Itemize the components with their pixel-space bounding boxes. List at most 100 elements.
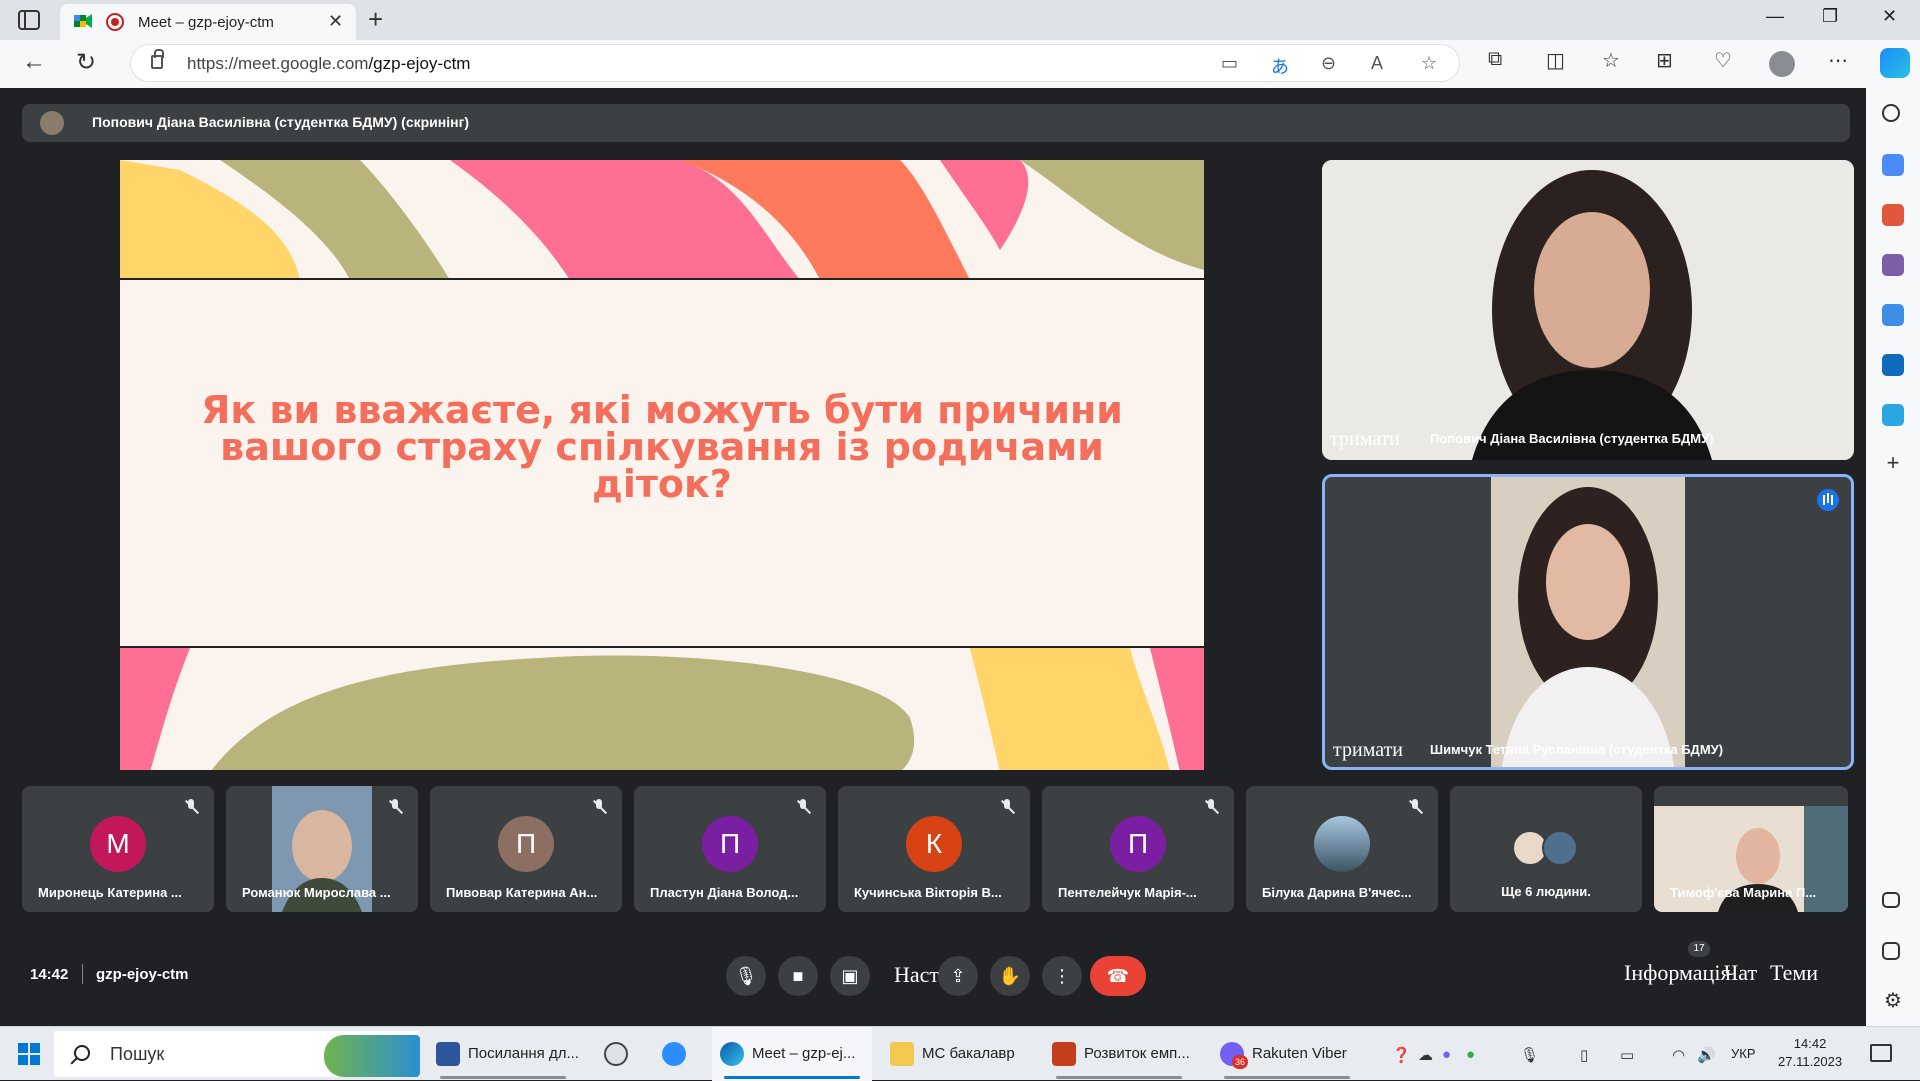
hand-icon: ✋ [998, 966, 1022, 986]
read-aloud-icon[interactable]: A [1371, 53, 1383, 74]
more-vertical-icon: ⋮ [1053, 966, 1071, 986]
avatar: П [498, 816, 554, 872]
participant-tile[interactable]: К Кучинська Вікторія В... [838, 786, 1030, 912]
taskbar-app-word[interactable]: Посилання дл... [428, 1027, 579, 1081]
camera-button[interactable]: ■ [778, 956, 818, 996]
app-label: МС бакалавр [922, 1045, 1015, 1062]
translate-icon[interactable]: あ [1271, 53, 1289, 79]
app-label: Meet – gzp-ej... [752, 1045, 856, 1062]
viber-tray-icon[interactable]: ● [1442, 1046, 1451, 1063]
cloud-icon[interactable]: ☁ [1418, 1046, 1433, 1064]
browser-tab-meet[interactable]: Meet – gzp-ejoy-ctm ✕ [60, 4, 356, 40]
microphone-icon: 🎙 [734, 966, 758, 986]
tray-app-icon[interactable]: ● [1466, 1046, 1475, 1063]
notifications-icon[interactable] [1870, 1044, 1892, 1062]
mic-tray-icon[interactable]: 🎙 [1520, 1046, 1539, 1064]
collections-icon[interactable]: ⊞ [1656, 48, 1673, 73]
app-label: Посилання дл... [468, 1045, 579, 1062]
slide-decoration-top [120, 160, 1204, 280]
camera-permission-icon[interactable]: ▭ [1221, 53, 1238, 74]
battery-icon[interactable]: ▭ [1620, 1046, 1634, 1064]
zoom-icon [662, 1042, 686, 1066]
copilot-icon[interactable] [1880, 48, 1910, 78]
participant-name: Кучинська Вікторія В... [854, 885, 1002, 900]
more-participants-tile[interactable]: Ще 6 людини. [1450, 786, 1642, 912]
participant-tile[interactable]: Тимоф'єва Марина П... [1654, 786, 1848, 912]
tab-actions-icon[interactable] [18, 10, 40, 30]
open-external-icon[interactable] [1882, 942, 1900, 960]
new-tab-icon[interactable]: + [368, 4, 383, 35]
usb-icon[interactable]: ▯ [1580, 1046, 1588, 1064]
captions-button[interactable]: ▣ [830, 956, 870, 996]
browser-essentials-icon[interactable]: ♡ [1714, 48, 1732, 73]
settings-gear-icon[interactable]: ⚙ [1882, 988, 1904, 1012]
favorite-star-icon[interactable]: ☆ [1421, 53, 1437, 74]
windows-start-icon[interactable] [18, 1043, 40, 1065]
participant-name: Шимчук Тетяна Русланівна (студентка БДМУ… [1430, 742, 1724, 757]
wifi-icon[interactable]: ◠ [1672, 1046, 1685, 1064]
participant-tile[interactable]: П Пентелейчук Марія-... [1042, 786, 1234, 912]
more-participants-label: Ще 6 людини. [1501, 884, 1591, 899]
shopping-icon[interactable] [1882, 154, 1904, 176]
tab-close-icon[interactable]: ✕ [328, 11, 343, 32]
maximize-icon[interactable]: ❐ [1822, 6, 1838, 27]
participant-tile[interactable]: М Миронець Катерина ... [22, 786, 214, 912]
zoom-icon[interactable]: ⊖ [1321, 53, 1336, 74]
avatar: П [1110, 816, 1166, 872]
profile-avatar[interactable] [1769, 51, 1795, 77]
tools-icon[interactable] [1882, 204, 1904, 226]
app-running-indicator [1056, 1076, 1182, 1079]
add-sidebar-icon[interactable]: + [1882, 452, 1904, 474]
slide-question-text: Як ви вважаєте, які можуть бути причини … [201, 388, 1123, 506]
taskbar-app-chatgpt[interactable] [596, 1027, 644, 1081]
meeting-code: gzp-ejoy-ctm [96, 966, 189, 983]
favorites-icon[interactable]: ☆ [1602, 48, 1620, 73]
minimize-icon[interactable]: — [1766, 6, 1784, 27]
more-menu-icon[interactable]: ⋯ [1828, 48, 1848, 73]
app-running-indicator [1224, 1076, 1350, 1079]
url-text[interactable]: https://meet.google.com/gzp-ejoy-ctm [187, 54, 470, 74]
chat-button[interactable]: Чат [1724, 960, 1757, 986]
end-call-button[interactable]: ☎ [1090, 956, 1146, 996]
refresh-icon[interactable]: ↻ [76, 48, 96, 77]
back-icon[interactable]: ← [22, 48, 46, 76]
send-icon[interactable] [1882, 404, 1904, 426]
raise-hand-button[interactable]: ✋ [990, 956, 1030, 996]
muted-mic-icon [386, 798, 404, 816]
close-window-icon[interactable]: ✕ [1882, 6, 1897, 27]
more-options-button[interactable]: ⋮ [1042, 956, 1082, 996]
microsoft-365-icon[interactable] [1882, 304, 1904, 326]
taskbar-app-edge[interactable]: Meet – gzp-ej... [712, 1027, 872, 1081]
address-bar[interactable]: https://meet.google.com/gzp-ejoy-ctm ▭ あ… [130, 44, 1460, 82]
themes-button[interactable]: Теми [1770, 960, 1818, 986]
video-tile-shymchuk[interactable]: тримати Шимчук Тетяна Русланівна (студен… [1322, 474, 1854, 770]
taskbar-app-zoom[interactable] [654, 1027, 702, 1081]
participant-tile[interactable]: П Пластун Діана Волод... [634, 786, 826, 912]
taskbar-app-viber[interactable]: 36 Rakuten Viber [1212, 1027, 1362, 1081]
video-tile-popovych[interactable]: тримати Попович Діана Василівна (студент… [1322, 160, 1854, 460]
outlook-icon[interactable] [1882, 354, 1904, 376]
muted-mic-icon [1202, 798, 1220, 816]
participant-video [1491, 477, 1685, 767]
participant-tile[interactable]: Білука Дарина В'ячес... [1246, 786, 1438, 912]
taskbar-app-explorer[interactable]: МС бакалавр [882, 1027, 1032, 1081]
games-icon[interactable] [1882, 254, 1904, 276]
volume-icon[interactable]: 🔊 [1697, 1046, 1716, 1064]
lock-icon[interactable] [151, 49, 164, 69]
language-indicator[interactable]: УКР [1731, 1046, 1756, 1061]
participant-tile[interactable]: П Пивовар Катерина Ан... [430, 786, 622, 912]
extensions-icon[interactable]: ⧉ [1488, 48, 1502, 71]
info-button[interactable]: Інформація [1624, 960, 1731, 986]
taskbar-search[interactable]: Пошук [54, 1031, 420, 1077]
present-button[interactable]: ⇪ [938, 956, 978, 996]
notification-badge: 36 [1232, 1055, 1248, 1069]
system-clock[interactable]: 14:42 27.11.2023 [1778, 1035, 1842, 1071]
sidebar-panel-icon[interactable] [1882, 892, 1900, 908]
split-screen-icon[interactable]: ◫ [1546, 48, 1565, 73]
help-icon[interactable]: ❓ [1392, 1046, 1411, 1064]
meeting-controls-bar: 14:42 gzp-ejoy-ctm 🎙 ■ ▣ Наст ⇪ ✋ ⋮ ☎ 17… [6, 941, 1864, 1018]
participant-tile[interactable]: Романюк Мирослава ... [226, 786, 418, 912]
microphone-button[interactable]: 🎙 [726, 956, 766, 996]
search-sidebar-icon[interactable] [1882, 104, 1900, 122]
taskbar-app-powerpoint[interactable]: Розвиток емп... [1044, 1027, 1196, 1081]
